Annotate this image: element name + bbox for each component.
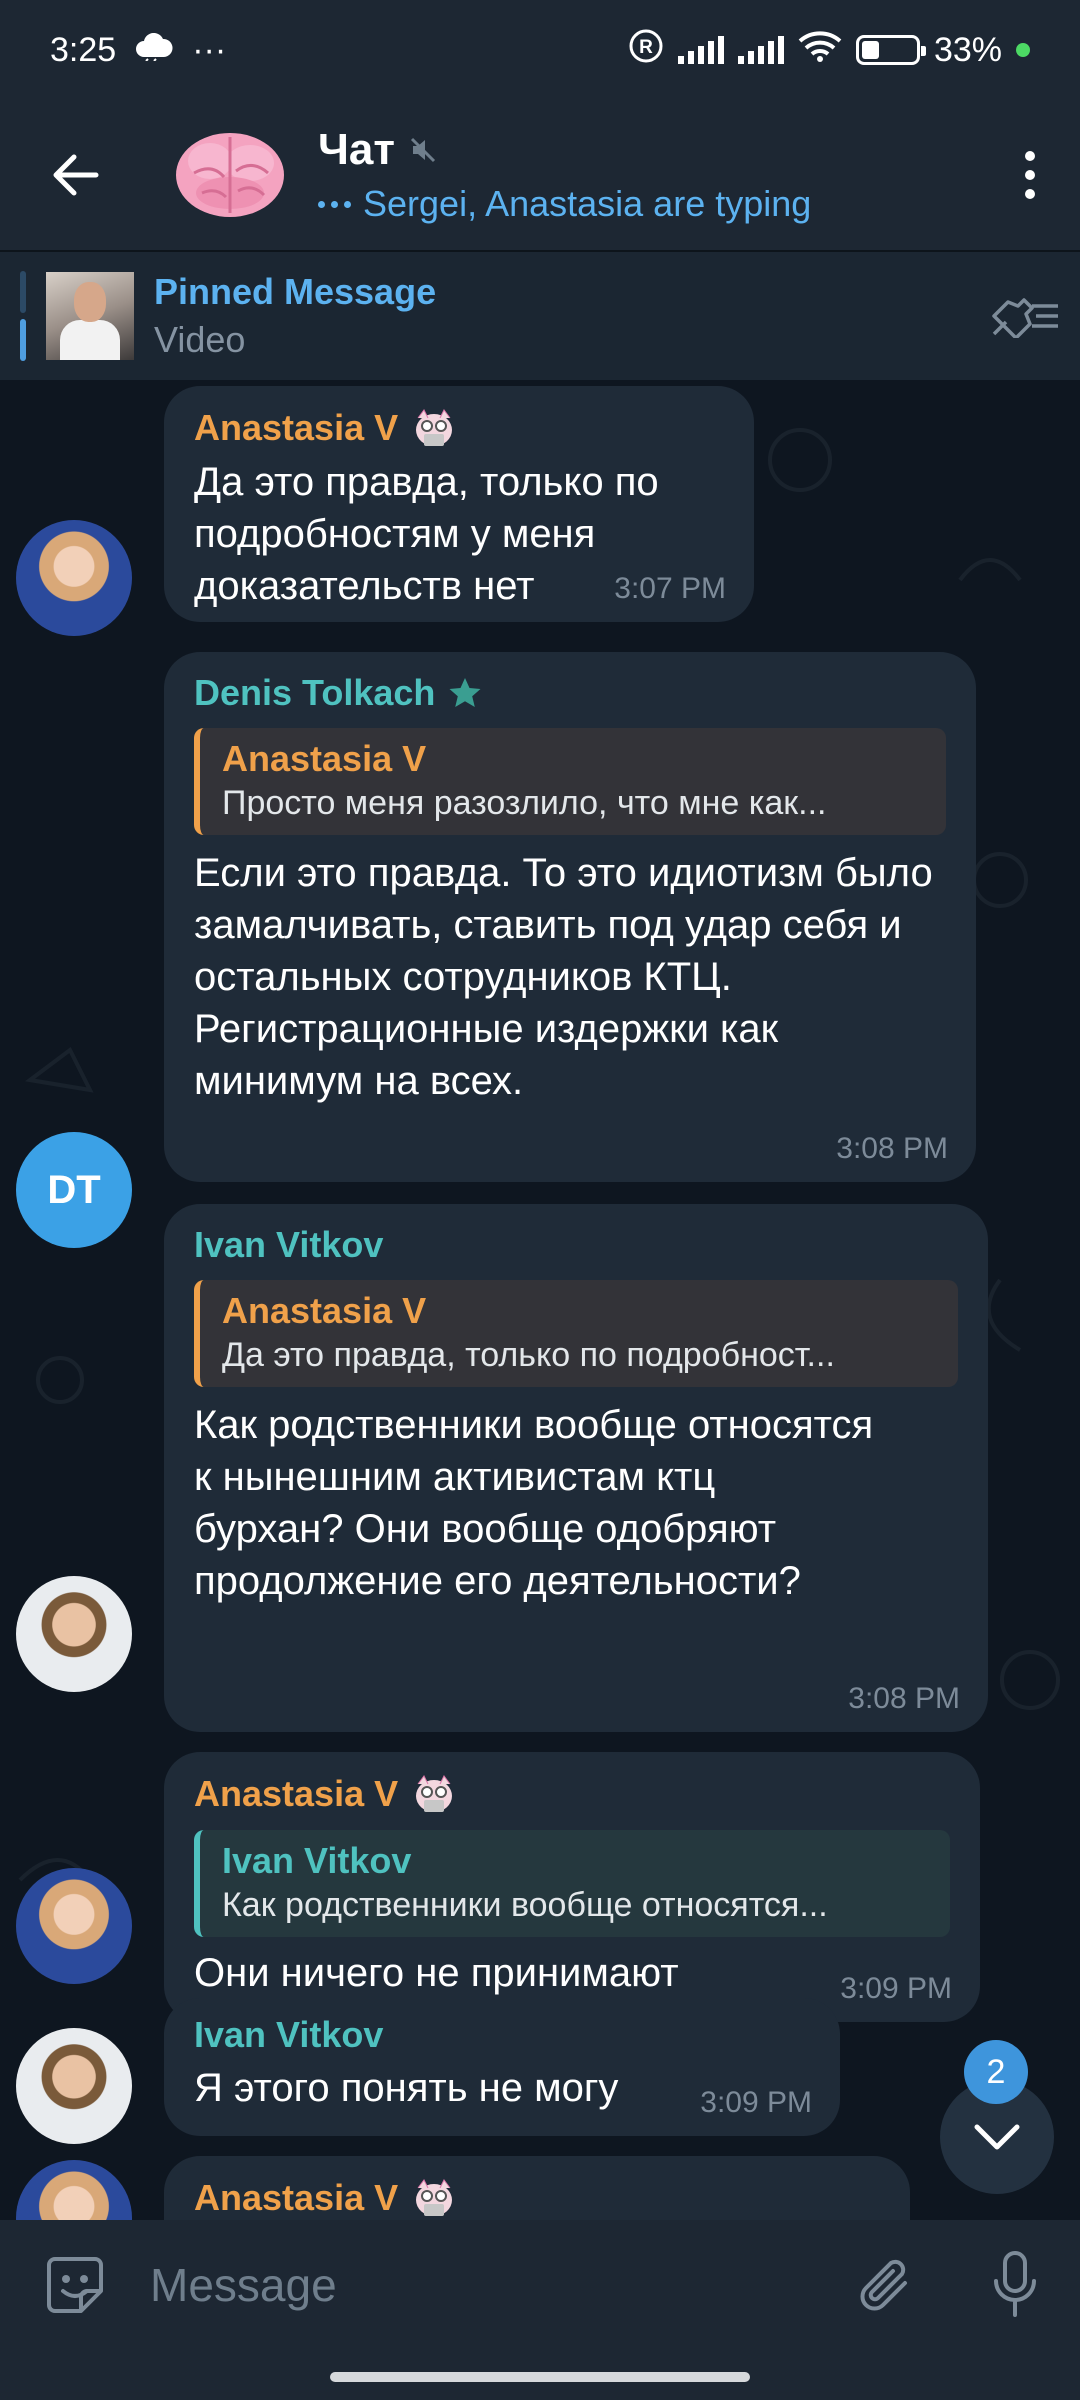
message-bubble[interactable]: Denis Tolkach Anastasia V Просто меня ра… (164, 652, 976, 1182)
star-icon (449, 678, 481, 707)
signal-icon-2 (737, 36, 784, 64)
signal-icon-1 (677, 36, 724, 64)
message-text: Если это правда. То это идиотизм было за… (194, 851, 933, 1103)
brain-icon (176, 133, 284, 217)
reply-preview[interactable]: Anastasia V Да это правда, только по под… (194, 1280, 958, 1387)
sender-avatar-dt[interactable]: DT (16, 1132, 132, 1248)
message-bubble[interactable]: Anastasia V (164, 2156, 910, 2220)
message-bubble[interactable]: Anastasia V Ivan Vitkov Как родственники… (164, 1752, 980, 2022)
sender-name-text: Ivan Vitkov (194, 1224, 384, 1265)
muted-icon (410, 137, 435, 163)
sender-name[interactable]: Ivan Vitkov (194, 1224, 958, 1266)
sender-avatar-ivan[interactable] (16, 1576, 132, 1692)
chevron-down-icon (974, 2124, 1020, 2150)
reply-name: Anastasia V (222, 1290, 427, 1331)
sender-name[interactable]: Anastasia V (194, 2176, 880, 2220)
home-indicator[interactable] (330, 2372, 750, 2382)
reply-text: Просто меня разозлило, что мне как... (222, 784, 827, 822)
pinned-info: Pinned Message Video (154, 271, 970, 361)
pinned-list-button[interactable] (970, 251, 1080, 381)
paperclip-icon (860, 2259, 907, 2311)
message-time: 3:08 PM (836, 1132, 948, 1165)
message-input-bar (0, 2220, 1080, 2350)
chat-title: Чат (318, 125, 395, 174)
reply-text: Как родственники вообще относятся... (222, 1886, 828, 1924)
message-time: 3:09 PM (840, 1972, 952, 2005)
chat-title-row: Чат (318, 125, 980, 175)
status-left: 3:25 ··· (50, 31, 226, 70)
emoji-status-icon (416, 1775, 453, 1812)
message-time: 3:07 PM (614, 572, 726, 605)
cloud-icon (134, 31, 174, 70)
reply-name: Ivan Vitkov (222, 1840, 412, 1881)
message-text: Они ничего не принимают (194, 1951, 679, 1995)
pinned-subtitle: Video (154, 319, 246, 360)
vertical-dots-icon (1025, 151, 1035, 199)
more-options-button[interactable] (980, 100, 1080, 250)
message-list[interactable]: Anastasia V Да это правда, только по под… (0, 380, 1080, 2220)
status-bar: 3:25 ··· R 33% (0, 0, 1080, 100)
navigation-area (0, 2350, 1080, 2400)
sender-name[interactable]: Ivan Vitkov (194, 2014, 810, 2056)
wifi-icon (798, 29, 842, 72)
more-notifications-icon: ··· (192, 30, 227, 69)
sender-avatar-anastasia[interactable] (16, 1868, 132, 1984)
reply-preview[interactable]: Anastasia V Просто меня разозлило, что м… (194, 728, 946, 835)
attach-button[interactable] (820, 2220, 950, 2350)
emoji-status-icon (416, 409, 453, 446)
battery-icon (855, 35, 926, 65)
sender-name-text: Anastasia V (194, 1773, 399, 1814)
message-text: Как родственники вообще относятся к ныне… (194, 1403, 874, 1603)
pin-list-icon (992, 298, 1058, 338)
battery-percent: 33% (933, 30, 1002, 69)
status-time: 3:25 (50, 30, 117, 69)
message-bubble[interactable]: Ivan Vitkov Я этого понять не могу 3:09 … (164, 1998, 840, 2136)
battery-fill (861, 41, 879, 59)
sender-name[interactable]: Anastasia V (194, 406, 724, 450)
privacy-indicator-dot (1016, 43, 1030, 57)
message-time: 3:09 PM (700, 2086, 812, 2119)
typing-indicator: Sergei, Anastasia are typing (318, 183, 980, 225)
status-right: R 33% (628, 28, 1030, 73)
typing-dots-icon (318, 200, 351, 208)
sender-avatar-ivan[interactable] (16, 2028, 132, 2144)
sticker-smile-icon (47, 2257, 103, 2313)
svg-text:R: R (639, 37, 653, 58)
avatar-initials: DT (47, 1167, 101, 1212)
message-input[interactable] (150, 2258, 820, 2312)
back-arrow-icon (53, 154, 99, 196)
back-button[interactable] (0, 100, 150, 250)
typing-text: Sergei, Anastasia are typing (363, 183, 812, 224)
message-time: 3:08 PM (848, 1682, 960, 1715)
sender-avatar-anastasia[interactable] (16, 520, 132, 636)
chat-info[interactable]: Чат Sergei, Anastasia are typing (318, 125, 980, 225)
sender-name-text: Ivan Vitkov (194, 2014, 384, 2055)
pinned-title: Pinned Message (154, 271, 437, 312)
sender-name-text: Anastasia V (194, 407, 399, 448)
unread-count-badge[interactable]: 2 (964, 2040, 1028, 2104)
reply-name: Anastasia V (222, 738, 427, 779)
registered-icon: R (628, 28, 664, 73)
pinned-video-thumbnail (46, 272, 134, 360)
chat-header: Чат Sergei, Anastasia are typing (0, 100, 1080, 250)
message-bubble[interactable]: Anastasia V Да это правда, только по под… (164, 386, 754, 622)
chat-avatar[interactable] (170, 115, 290, 235)
message-bubble[interactable]: Ivan Vitkov Anastasia V Да это правда, т… (164, 1204, 988, 1732)
sender-name-text: Denis Tolkach (194, 672, 436, 713)
microphone-button[interactable] (950, 2220, 1080, 2350)
sender-name-text: Anastasia V (194, 2177, 399, 2218)
reply-text: Да это правда, только по подробност... (222, 1336, 835, 1374)
sender-name[interactable]: Denis Tolkach (194, 672, 946, 714)
emoji-button[interactable] (0, 2220, 150, 2350)
microphone-icon (994, 2251, 1036, 2317)
pinned-message-bar[interactable]: Pinned Message Video (0, 250, 1080, 380)
pinned-indicator (20, 271, 26, 361)
emoji-status-icon (416, 2179, 453, 2216)
reply-preview[interactable]: Ivan Vitkov Как родственники вообще отно… (194, 1830, 950, 1937)
sender-name[interactable]: Anastasia V (194, 1772, 950, 1816)
